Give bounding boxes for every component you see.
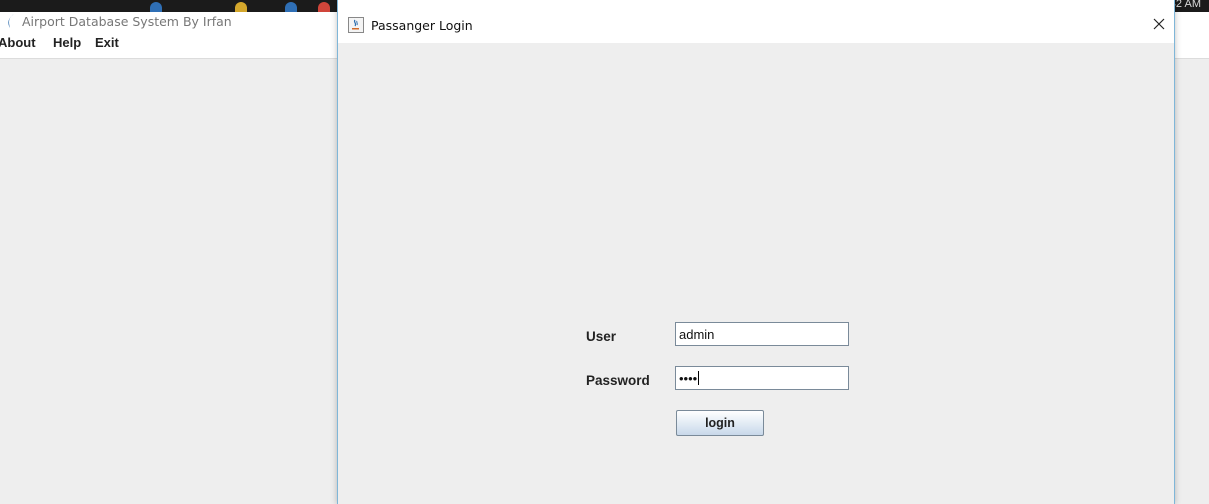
password-label: Password	[586, 373, 650, 388]
text-caret	[698, 371, 700, 385]
close-button[interactable]	[1144, 10, 1174, 38]
menu-help[interactable]: Help	[53, 35, 81, 50]
user-label: User	[586, 329, 617, 344]
menu-exit[interactable]: Exit	[95, 35, 119, 50]
java-app-icon	[8, 14, 14, 28]
menu-about[interactable]: About	[0, 35, 36, 50]
login-button[interactable]: login	[676, 410, 764, 436]
dialog-titlebar: Passanger Login	[338, 0, 1174, 43]
close-icon	[1153, 18, 1165, 30]
login-dialog: Passanger Login User admin Password ••••…	[337, 0, 1175, 504]
taskbar-app-icon[interactable]	[150, 2, 162, 12]
user-input[interactable]: admin	[675, 322, 849, 346]
java-cup-icon	[348, 17, 364, 33]
taskbar-app-icon[interactable]	[285, 2, 297, 12]
dialog-title: Passanger Login	[371, 18, 473, 33]
taskbar-app-icon[interactable]	[318, 2, 330, 12]
password-input[interactable]: ••••	[675, 366, 849, 390]
password-value: ••••	[679, 371, 698, 386]
main-window-title: Airport Database System By Irfan	[22, 14, 232, 29]
taskbar-app-icon[interactable]	[235, 2, 247, 12]
